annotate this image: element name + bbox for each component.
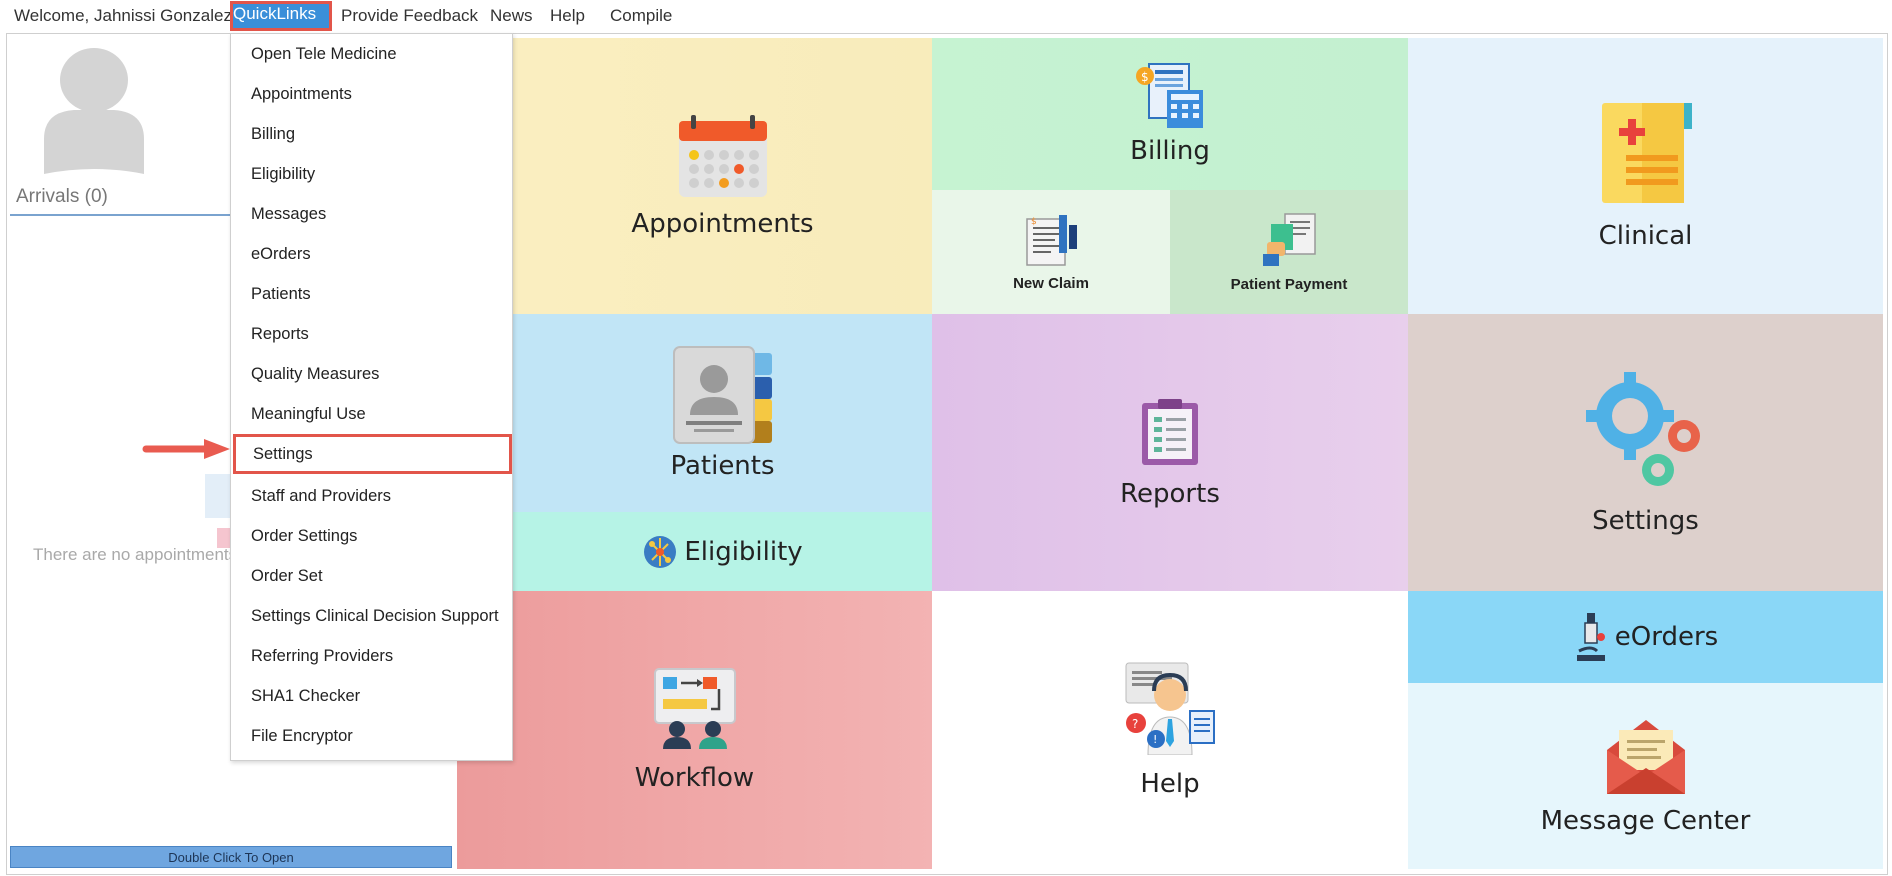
appointments-tile[interactable]: Appointments <box>513 38 932 314</box>
arrivals-underline <box>10 214 230 216</box>
appointments-label: Appointments <box>631 209 814 239</box>
eorders-label: eOrders <box>1614 622 1719 652</box>
menu-item-sha1-checker[interactable]: SHA1 Checker <box>231 676 512 716</box>
settings-tile[interactable]: Settings <box>1408 314 1883 591</box>
menu-item-appointments[interactable]: Appointments <box>231 74 512 114</box>
menu-item-order-settings[interactable]: Order Settings <box>231 516 512 556</box>
menu-item-order-set[interactable]: Order Set <box>231 556 512 596</box>
svg-text:?: ? <box>1132 717 1138 731</box>
patient-payment-tile[interactable]: Patient Payment <box>1170 190 1408 314</box>
eorders-tile[interactable]: eOrders <box>1408 591 1883 683</box>
menu-item-file-encryptor[interactable]: File Encryptor <box>231 716 512 756</box>
message-center-label: Message Center <box>1540 806 1751 836</box>
svg-text:$: $ <box>1031 217 1037 227</box>
billing-icon: $ <box>1136 63 1203 128</box>
user-avatar-icon <box>44 48 144 174</box>
claim-document-icon: $ <box>1026 214 1077 266</box>
arrivals-header: Arrivals (0) <box>16 186 108 207</box>
clinical-clipboard-icon <box>1601 103 1692 203</box>
new-claim-label: New Claim <box>1013 274 1089 292</box>
calendar-icon <box>678 115 767 197</box>
app-page: Welcome, Jahnissi Gonzalez QuickLinks Pr… <box>0 0 1892 876</box>
settings-label: Settings <box>1592 505 1699 536</box>
menu-item-reports[interactable]: Reports <box>231 314 512 354</box>
news-link[interactable]: News <box>490 6 533 26</box>
menu-item-patients[interactable]: Patients <box>231 274 512 314</box>
patients-tile[interactable]: Patients <box>513 314 932 512</box>
menu-item-eligibility[interactable]: Eligibility <box>231 154 512 194</box>
reports-label: Reports <box>1120 478 1220 509</box>
eligibility-tile[interactable]: Eligibility <box>513 512 932 591</box>
patient-contacts-icon <box>672 346 772 444</box>
help-link[interactable]: Help <box>550 6 585 26</box>
welcome-text: Welcome, Jahnissi Gonzalez <box>14 6 232 25</box>
quicklinks-menu-button[interactable]: QuickLinks <box>230 1 332 31</box>
help-support-agent-icon: ? ! <box>1125 662 1215 755</box>
menu-item-referring-providers[interactable]: Referring Providers <box>231 636 512 676</box>
menu-item-meaningful-use[interactable]: Meaningful Use <box>231 394 512 434</box>
menu-item-quality-measures[interactable]: Quality Measures <box>231 354 512 394</box>
clinical-label: Clinical <box>1598 221 1693 251</box>
svg-text:$: $ <box>1141 70 1149 84</box>
no-appointments-text: There are no appointments <box>33 545 238 564</box>
help-label: Help <box>1140 769 1200 799</box>
menu-item-open-tele-medicine[interactable]: Open Tele Medicine <box>231 34 512 74</box>
message-center-tile[interactable]: Message Center <box>1408 683 1883 869</box>
annotation-arrow-icon <box>142 439 230 459</box>
eligibility-network-icon <box>644 535 677 568</box>
settings-gears-icon <box>1585 371 1700 486</box>
clinical-tile[interactable]: Clinical <box>1408 38 1883 314</box>
billing-label: Billing <box>1130 136 1210 166</box>
eligibility-label: Eligibility <box>684 536 803 567</box>
workflow-label: Workflow <box>634 763 755 793</box>
reports-clipboard-icon <box>1142 398 1198 465</box>
envelope-icon <box>1606 720 1685 794</box>
patient-payment-icon <box>1263 212 1316 266</box>
workflow-tile[interactable]: Workflow <box>457 591 932 869</box>
menu-item-messages[interactable]: Messages <box>231 194 512 234</box>
help-tile[interactable]: ? ! Help <box>932 591 1408 869</box>
new-claim-tile[interactable]: $ New Claim <box>932 190 1170 314</box>
menu-item-billing[interactable]: Billing <box>231 114 512 154</box>
double-click-to-open-bar[interactable]: Double Click To Open <box>10 846 452 868</box>
quicklinks-dropdown-menu: Open Tele Medicine Appointments Billing … <box>230 33 513 761</box>
patients-label: Patients <box>670 451 775 481</box>
menu-item-eorders[interactable]: eOrders <box>231 234 512 274</box>
svg-text:!: ! <box>1153 733 1157 746</box>
provide-feedback-link[interactable]: Provide Feedback <box>341 6 478 26</box>
patient-payment-label: Patient Payment <box>1230 275 1348 293</box>
billing-tile[interactable]: $ Billing <box>932 38 1408 190</box>
menu-item-settings[interactable]: Settings <box>233 434 512 474</box>
menu-item-settings-clinical-decision-support[interactable]: Settings Clinical Decision Support <box>231 596 512 636</box>
microscope-icon <box>1576 613 1605 661</box>
workflow-board-icon <box>653 668 736 749</box>
menu-item-staff-and-providers[interactable]: Staff and Providers <box>231 476 512 516</box>
top-navigation-bar: Welcome, Jahnissi Gonzalez QuickLinks Pr… <box>0 0 1892 32</box>
compile-link[interactable]: Compile <box>610 6 672 26</box>
reports-tile[interactable]: Reports <box>932 314 1408 591</box>
